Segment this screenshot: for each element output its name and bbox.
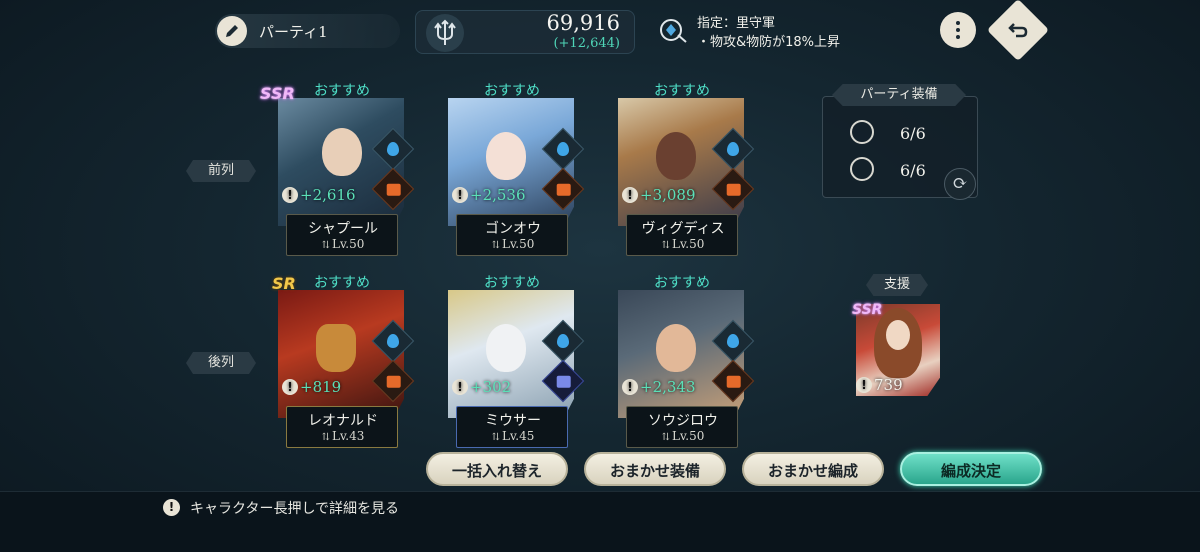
equipment-drop-icon	[850, 157, 874, 181]
character-level: Lv.50	[627, 237, 739, 251]
power-emblem-icon	[426, 14, 464, 52]
refresh-icon[interactable]: ⟳	[944, 168, 976, 200]
back-button[interactable]	[986, 0, 1050, 62]
hint-text: キャラクター長押しで詳細を見る	[190, 501, 400, 517]
character-face	[322, 128, 362, 176]
character-face	[656, 132, 696, 180]
equipment-row-1: 6/6	[850, 120, 926, 144]
exclamation-icon: !	[856, 377, 872, 393]
dot-icon	[956, 35, 960, 39]
character-bonus: ! +819	[282, 378, 341, 396]
character-nameplate: レオナルド Lv.43	[286, 406, 398, 448]
exclamation-icon: !	[622, 379, 638, 395]
support-label: 支援	[866, 274, 928, 296]
dot-icon	[956, 21, 960, 25]
team-power-box: 69,916 (+12,644)	[415, 10, 635, 54]
faction-bonus-effect: ・物攻&物防が18%上昇	[697, 35, 841, 50]
auto-equip-button[interactable]: おまかせ装備	[584, 452, 726, 486]
character-level: Lv.50	[457, 237, 569, 251]
character-bonus: ! +302	[452, 378, 511, 396]
rarity-badge: SSR	[260, 84, 295, 103]
character-level: Lv.50	[627, 429, 739, 443]
bottom-bar	[0, 491, 1200, 552]
character-nameplate: シャプール Lv.50	[286, 214, 398, 256]
character-level: Lv.50	[287, 237, 399, 251]
recommend-label: おすすめ	[484, 275, 540, 291]
edit-pen-icon[interactable]	[217, 16, 247, 46]
bulk-swap-button[interactable]: 一括入れ替え	[426, 452, 568, 486]
character-level: Lv.45	[457, 429, 569, 443]
character-bonus: ! +2,536	[452, 186, 526, 204]
character-name: レオナルド	[308, 413, 378, 429]
faction-bonus-icon[interactable]	[658, 15, 688, 45]
character-bonus: ! +2,616	[282, 186, 356, 204]
more-options-button[interactable]	[940, 12, 976, 48]
confirm-formation-button[interactable]: 編成決定	[900, 452, 1042, 486]
character-name: シャプール	[308, 221, 378, 237]
info-icon: !	[163, 499, 180, 516]
character-slot-2[interactable]: おすすめ !+2,536 ゴンオウ Lv.50	[442, 80, 585, 260]
back-row-label: 後列	[186, 352, 256, 374]
team-power-value: 69,916	[546, 11, 620, 35]
team-power-delta: (+12,644)	[553, 36, 620, 51]
support-rarity-badge: SSR	[852, 302, 883, 318]
equipment-emblem-icon	[850, 120, 874, 144]
recommend-label: おすすめ	[484, 83, 540, 99]
character-face	[316, 324, 356, 372]
support-bonus: ! 739	[856, 376, 903, 394]
character-name: ヴィグディス	[641, 221, 725, 237]
character-name: ミウサー	[485, 413, 541, 429]
exclamation-icon: !	[282, 187, 298, 203]
character-bonus: ! +2,343	[622, 378, 696, 396]
party-name-field[interactable]: パーティ1	[215, 14, 400, 48]
character-name: ソウジロウ	[648, 413, 718, 429]
character-nameplate: ソウジロウ Lv.50	[626, 406, 738, 448]
dot-icon	[956, 28, 960, 32]
character-slot-3[interactable]: おすすめ !+3,089 ヴィグディス Lv.50	[612, 80, 755, 260]
equipment-row-2: 6/6	[850, 157, 926, 181]
return-arrow-icon	[1008, 23, 1028, 38]
character-face	[656, 324, 696, 372]
recommend-label: おすすめ	[654, 275, 710, 291]
character-name: ゴンオウ	[485, 221, 541, 237]
character-slot-6[interactable]: おすすめ !+2,343 ソウジロウ Lv.50	[612, 272, 755, 452]
rarity-badge: SR	[272, 274, 296, 293]
character-nameplate: ミウサー Lv.45	[456, 406, 568, 448]
character-slot-5[interactable]: おすすめ !+302 ミウサー Lv.45	[442, 272, 585, 452]
character-slot-1[interactable]: おすすめ SSR !+2,616 シャプール Lv.50	[260, 80, 415, 260]
exclamation-icon: !	[452, 379, 468, 395]
party-name-label: パーティ1	[259, 23, 328, 41]
faction-bonus-title: 指定：里守軍	[697, 16, 776, 31]
recommend-label: おすすめ	[654, 83, 710, 99]
character-face	[486, 132, 526, 180]
character-nameplate: ゴンオウ Lv.50	[456, 214, 568, 256]
auto-form-button[interactable]: おまかせ編成	[742, 452, 884, 486]
front-row-label: 前列	[186, 160, 256, 182]
exclamation-icon: !	[622, 187, 638, 203]
character-nameplate: ヴィグディス Lv.50	[626, 214, 738, 256]
character-bonus: ! +3,089	[622, 186, 696, 204]
exclamation-icon: !	[282, 379, 298, 395]
character-level: Lv.43	[287, 429, 399, 443]
character-slot-4[interactable]: おすすめ SR !+819 レオナルド Lv.43	[272, 272, 415, 452]
party-equipment-title: パーティ装備	[832, 84, 966, 106]
exclamation-icon: !	[452, 187, 468, 203]
character-face	[486, 324, 526, 372]
support-face	[886, 320, 910, 350]
